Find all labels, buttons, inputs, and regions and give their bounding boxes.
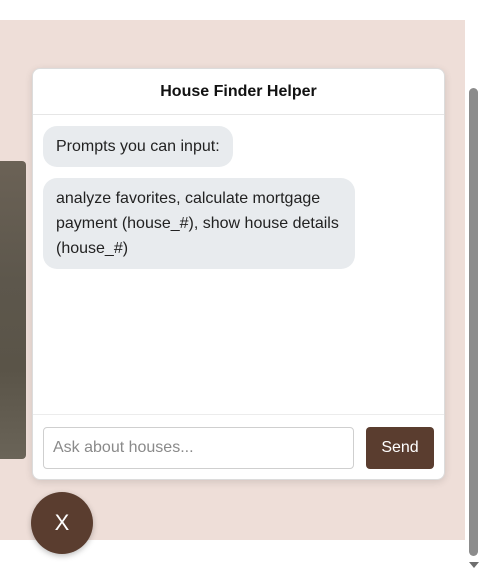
bot-message: analyze favorites, calculate mortgage pa… [43,178,355,269]
scroll-down-arrow-icon[interactable] [469,562,479,568]
chat-panel: House Finder Helper Prompts you can inpu… [32,68,445,480]
bot-message: Prompts you can input: [43,126,233,167]
chat-input[interactable] [43,427,354,469]
close-chat-button[interactable]: X [31,492,93,554]
chat-input-bar: Send [33,414,444,479]
house-image-partial[interactable] [0,161,26,459]
send-button[interactable]: Send [366,427,434,469]
chat-title: House Finder Helper [33,69,444,115]
message-list: Prompts you can input: analyze favorites… [33,115,444,415]
scrollbar-thumb[interactable] [469,88,478,556]
